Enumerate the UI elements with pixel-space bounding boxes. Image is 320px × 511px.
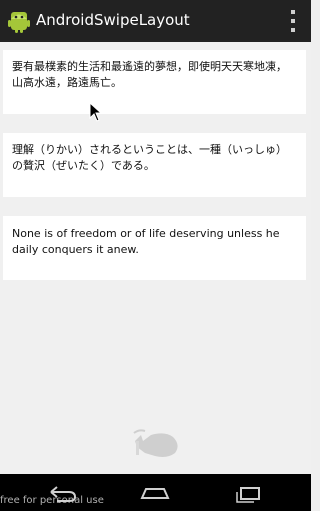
list-item-text: 理解（りかい）されるということは、一種（いっしゅ）の贅沢（ぜいたく）である。 [12, 143, 287, 172]
overflow-dot [291, 19, 295, 23]
swipe-list: 要有最樸素的生活和最遙遠的夢想，即使明天天寒地凍，山高水遠，路遠馬亡。 理解（り… [0, 42, 311, 474]
swipe-hand-icon [133, 429, 178, 457]
list-item[interactable]: None is of freedom or of life deserving … [3, 216, 306, 280]
list-item[interactable]: 要有最樸素的生活和最遙遠的夢想，即使明天天寒地凍，山高水遠，路遠馬亡。 [3, 50, 306, 114]
list-item-text: None is of freedom or of life deserving … [12, 227, 280, 256]
overflow-menu-button[interactable] [285, 10, 301, 32]
list-item[interactable]: 理解（りかい）されるということは、一種（いっしゅ）の贅沢（ぜいたく）である。 [3, 133, 306, 197]
app-title: AndroidSwipeLayout [36, 11, 190, 29]
overflow-dot [291, 28, 295, 32]
home-icon[interactable] [138, 482, 172, 504]
watermark-text: free for personal use [0, 495, 104, 506]
mouse-pointer-icon [89, 102, 103, 122]
action-bar: AndroidSwipeLayout [0, 0, 311, 42]
overflow-menu-icon [291, 10, 295, 14]
list-item-text: 要有最樸素的生活和最遙遠的夢想，即使明天天寒地凍，山高水遠，路遠馬亡。 [12, 60, 287, 89]
recent-apps-icon[interactable] [232, 482, 266, 504]
android-robot-icon [8, 12, 30, 33]
